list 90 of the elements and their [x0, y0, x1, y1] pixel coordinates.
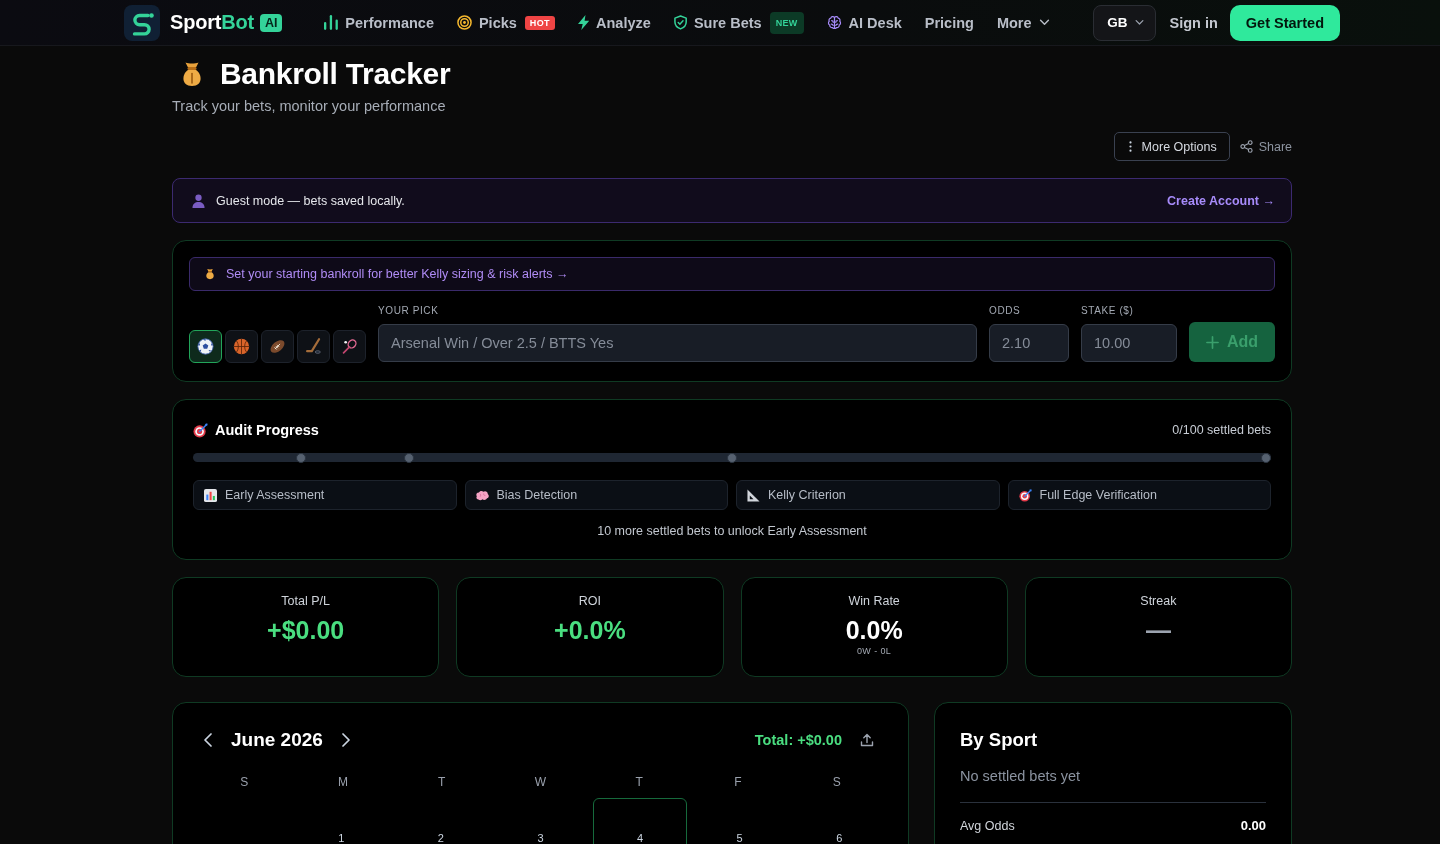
field-label: ODDS [989, 305, 1022, 317]
share-icon [1239, 140, 1253, 153]
sign-in-link[interactable]: Sign in [1169, 14, 1218, 31]
brain-icon [475, 488, 489, 502]
stat-value: 0.0% [845, 615, 903, 645]
day-number[interactable]: 1 [338, 831, 345, 844]
shield-check-icon [673, 15, 687, 30]
target-icon [456, 15, 472, 30]
metric-label: Avg Odds [960, 818, 1015, 833]
chevron-down-icon [1135, 19, 1145, 26]
stage-label: Early Assessment [225, 488, 325, 502]
weekday-label: W [533, 774, 548, 790]
person-icon [192, 193, 205, 208]
stat-value: — [1145, 615, 1171, 645]
month-total: Total: +$0.00 [754, 732, 842, 748]
empty-message: No settled bets yet [960, 767, 1082, 785]
stat-detail: 0W - 0L [856, 646, 892, 656]
plus-icon [1205, 335, 1219, 349]
pick-input[interactable]: Arsenal Win / Over 2.5 / BTTS Yes [378, 324, 977, 362]
target-icon [193, 422, 208, 438]
today-cell[interactable]: 4 [593, 798, 687, 844]
guest-message: Guest mode — bets saved locally. [216, 193, 405, 208]
nav-badge: NEW [769, 11, 804, 34]
logo-icon [124, 4, 160, 41]
day-number[interactable]: 3 [537, 831, 544, 844]
bar-chart-icon [204, 488, 217, 502]
upload-icon [860, 733, 874, 747]
stage-label: Full Edge Verification [1039, 488, 1157, 502]
racket-icon [341, 338, 358, 355]
soccer-ball-icon [197, 338, 214, 355]
weekday-label: M [337, 774, 350, 790]
hockey-stick-icon [305, 338, 322, 355]
weekday-label: T [634, 774, 644, 790]
nav-link[interactable]: Pricing [924, 14, 974, 31]
stat-value: +$0.00 [267, 615, 345, 645]
create-account-link[interactable]: Create Account → [1167, 193, 1275, 208]
stage-label: Bias Detection [496, 488, 578, 502]
ai-badge: AI [259, 13, 283, 32]
bankroll-alert-button[interactable]: Set your starting bankroll for better Kelly sizing & risk alerts → [189, 257, 1275, 291]
audit-title: Audit Progress [215, 422, 319, 438]
stake-input[interactable]: 10.00 [1081, 324, 1177, 362]
bar-chart-icon [324, 15, 339, 30]
field-label: YOUR PICK [378, 305, 440, 317]
page-title: Bankroll Tracker [220, 57, 451, 91]
more-icon [1128, 141, 1132, 152]
triangle-ruler-icon [747, 488, 760, 502]
nav-badge: HOT [524, 15, 555, 30]
chevron-left-icon [204, 733, 212, 747]
day-number[interactable]: 5 [736, 831, 743, 844]
metric-value: 0.00 [1240, 818, 1266, 833]
month-title: June 2026 [231, 729, 323, 751]
sport-button[interactable] [189, 330, 222, 363]
page-subtitle: Track your bets, monitor your performance [172, 97, 447, 115]
stat-value: +0.0% [554, 615, 626, 645]
weekday-label: S [831, 774, 842, 790]
region-select[interactable]: GB [1093, 4, 1157, 41]
nav-link[interactable]: Sure Bets [673, 14, 762, 31]
nav-link[interactable]: AI Desk [826, 14, 902, 31]
chevron-down-icon [1038, 19, 1050, 26]
weekday-label: T [437, 774, 447, 790]
basketball-icon [233, 338, 250, 355]
panel-title: By Sport [960, 728, 1039, 752]
nav-link[interactable]: Picks [456, 14, 517, 31]
football-icon [269, 338, 286, 355]
settled-count: 0/100 settled bets [1172, 423, 1271, 437]
odds-input[interactable]: 2.10 [989, 324, 1069, 362]
stat-label: Win Rate [848, 594, 900, 609]
stage-label: Kelly Criterion [768, 488, 846, 502]
more-options-button[interactable]: More Options [1113, 132, 1230, 161]
weekday-label: F [733, 774, 743, 790]
field-label: STAKE ($) [1081, 305, 1135, 317]
target-icon [1018, 488, 1032, 502]
nav-link[interactable]: Analyze [577, 14, 651, 31]
share-button[interactable]: Share [1239, 139, 1292, 154]
nav-link[interactable]: More [996, 14, 1050, 31]
nav-link[interactable]: Performance [324, 14, 434, 31]
chevron-right-icon [341, 733, 350, 747]
weekday-label: S [239, 774, 250, 790]
get-started-button[interactable]: Get Started [1229, 4, 1340, 41]
lightning-icon [577, 15, 589, 30]
stat-label: Streak [1140, 594, 1177, 609]
unlock-note: 10 more settled bets to unlock Early Assessment [596, 523, 868, 540]
stat-label: ROI [578, 594, 601, 609]
day-number[interactable]: 4 [637, 831, 644, 844]
day-number[interactable]: 2 [437, 831, 444, 844]
logo-text: SportBot [170, 11, 254, 34]
stat-label: Total P/L [281, 594, 330, 609]
money-bag-icon [204, 268, 216, 280]
brain-icon [826, 15, 842, 30]
day-number[interactable]: 6 [836, 831, 843, 844]
